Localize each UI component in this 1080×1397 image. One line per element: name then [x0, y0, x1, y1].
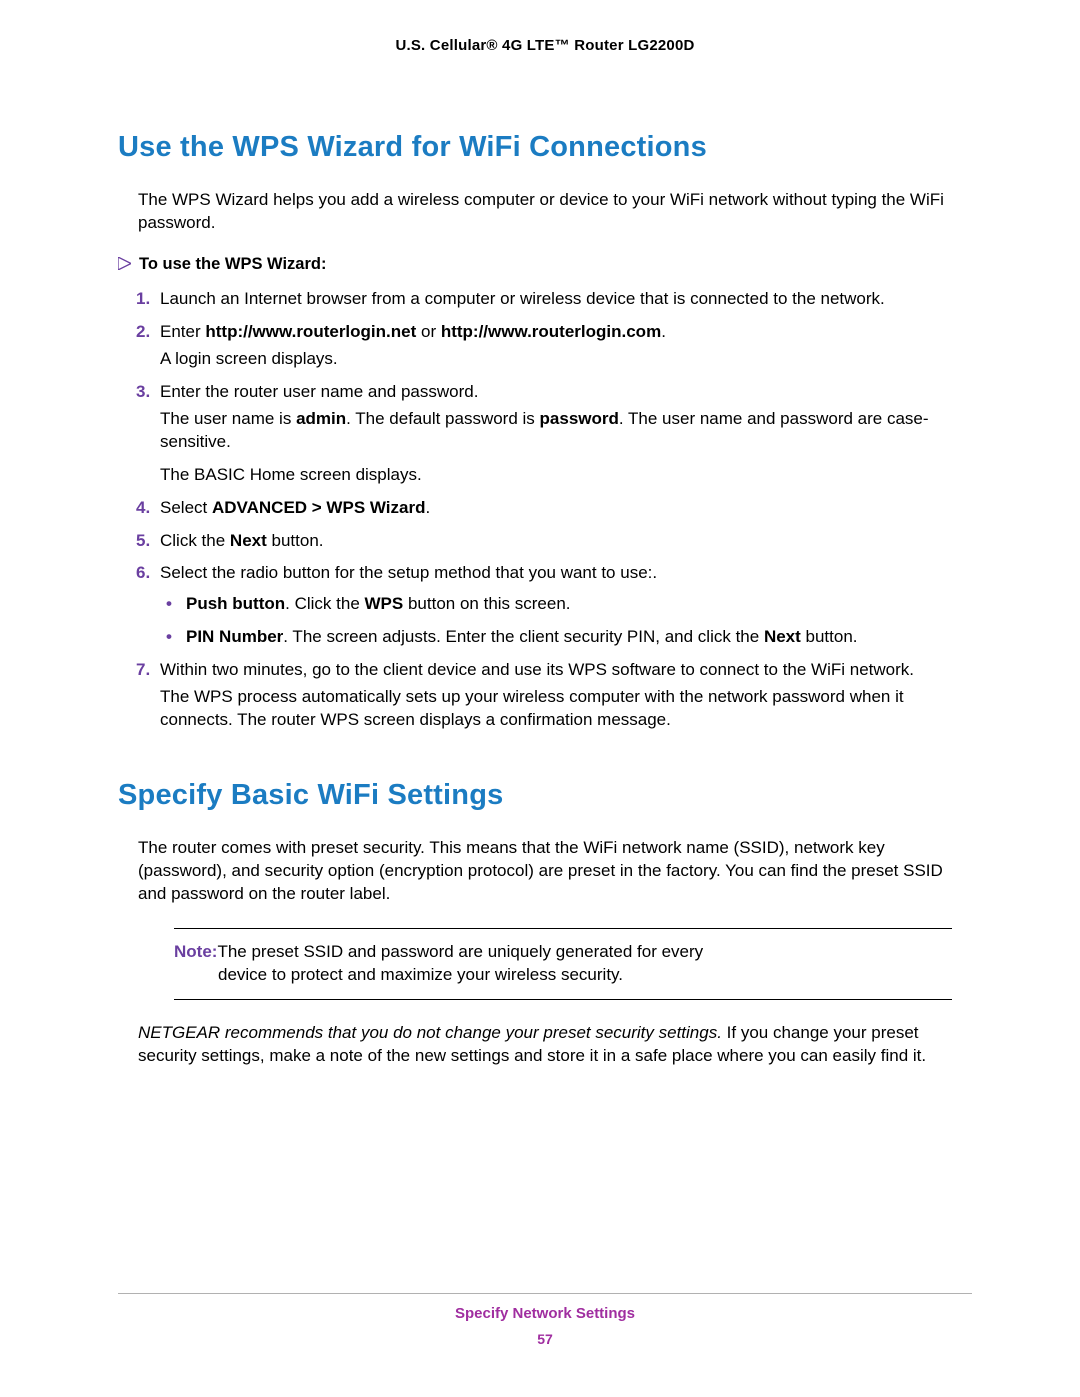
note-text-1: The preset SSID and password are uniquel…: [217, 942, 703, 961]
step-5-pre: Click the: [160, 531, 230, 550]
step-5: Click the Next button.: [118, 530, 972, 553]
step-7-text: Within two minutes, go to the client dev…: [160, 660, 914, 679]
step-5-post: button.: [267, 531, 324, 550]
step-6-bullets: Push button. Click the WPS button on thi…: [160, 593, 972, 649]
step-3-l2-mid: . The default password is: [346, 409, 539, 428]
b1-pre: Push button: [186, 594, 285, 613]
section-heading-wps: Use the WPS Wizard for WiFi Connections: [118, 128, 972, 167]
section-heading-wifi-settings: Specify Basic WiFi Settings: [118, 776, 972, 815]
arrow-icon: [118, 254, 131, 276]
step-6: Select the radio button for the setup me…: [118, 562, 972, 649]
bullet-push-button: Push button. Click the WPS button on thi…: [160, 593, 972, 616]
step-2-url1: http://www.routerlogin.net: [205, 322, 416, 341]
step-7: Within two minutes, go to the client dev…: [118, 659, 972, 732]
b1-post: button on this screen.: [403, 594, 570, 613]
section-intro: The WPS Wizard helps you add a wireless …: [138, 189, 972, 235]
document-page: U.S. Cellular® 4G LTE™ Router LG2200D Us…: [0, 0, 1080, 1397]
task-title-line: To use the WPS Wizard:: [118, 253, 972, 276]
b2-mid: . The screen adjusts. Enter the client s…: [283, 627, 764, 646]
note-block: Note:The preset SSID and password are un…: [174, 928, 952, 1000]
step-3: Enter the router user name and password.…: [118, 381, 972, 487]
step-2-pre: Enter: [160, 322, 205, 341]
step-3-line2: The user name is admin. The default pass…: [160, 408, 972, 454]
note-text-2: device to protect and maximize your wire…: [174, 964, 952, 987]
b2-pre: PIN Number: [186, 627, 283, 646]
note-label: Note:: [174, 942, 217, 961]
task-title: To use the WPS Wizard:: [139, 255, 326, 273]
step-6-text: Select the radio button for the setup me…: [160, 563, 657, 582]
recommend-italic: NETGEAR recommends that you do not chang…: [138, 1023, 722, 1042]
step-7-line2: The WPS process automatically sets up yo…: [160, 686, 972, 732]
step-2-url2: http://www.routerlogin.com: [441, 322, 661, 341]
steps-list: Launch an Internet browser from a comput…: [118, 288, 972, 732]
step-4-post: .: [425, 498, 430, 517]
step-4-pre: Select: [160, 498, 212, 517]
step-2: Enter http://www.routerlogin.net or http…: [118, 321, 972, 371]
footer-chapter: Specify Network Settings: [118, 1304, 972, 1324]
b2-b: Next: [764, 627, 801, 646]
step-5-b: Next: [230, 531, 267, 550]
recommendation: NETGEAR recommends that you do not chang…: [138, 1022, 972, 1068]
footer-page-number: 57: [118, 1330, 972, 1349]
step-3-l2-b1: admin: [296, 409, 346, 428]
step-2-line2: A login screen displays.: [160, 348, 972, 371]
b1-mid: . Click the: [285, 594, 364, 613]
section2-intro: The router comes with preset security. T…: [138, 837, 972, 906]
bullet-pin-number: PIN Number. The screen adjusts. Enter th…: [160, 626, 972, 649]
b2-post: button.: [801, 627, 858, 646]
page-footer: Specify Network Settings 57: [118, 1293, 972, 1349]
note-line1: Note:The preset SSID and password are un…: [174, 941, 952, 964]
document-header: U.S. Cellular® 4G LTE™ Router LG2200D: [118, 36, 972, 56]
step-3-l2-pre: The user name is: [160, 409, 296, 428]
step-1-text: Launch an Internet browser from a comput…: [160, 289, 885, 308]
step-2-post: .: [661, 322, 666, 341]
b1-b: WPS: [365, 594, 404, 613]
step-4-b: ADVANCED > WPS Wizard: [212, 498, 425, 517]
step-3-l2-b2: password: [540, 409, 619, 428]
step-4: Select ADVANCED > WPS Wizard.: [118, 497, 972, 520]
step-3-line3: The BASIC Home screen displays.: [160, 464, 972, 487]
step-3-text: Enter the router user name and password.: [160, 382, 478, 401]
step-1: Launch an Internet browser from a comput…: [118, 288, 972, 311]
step-2-mid: or: [416, 322, 441, 341]
